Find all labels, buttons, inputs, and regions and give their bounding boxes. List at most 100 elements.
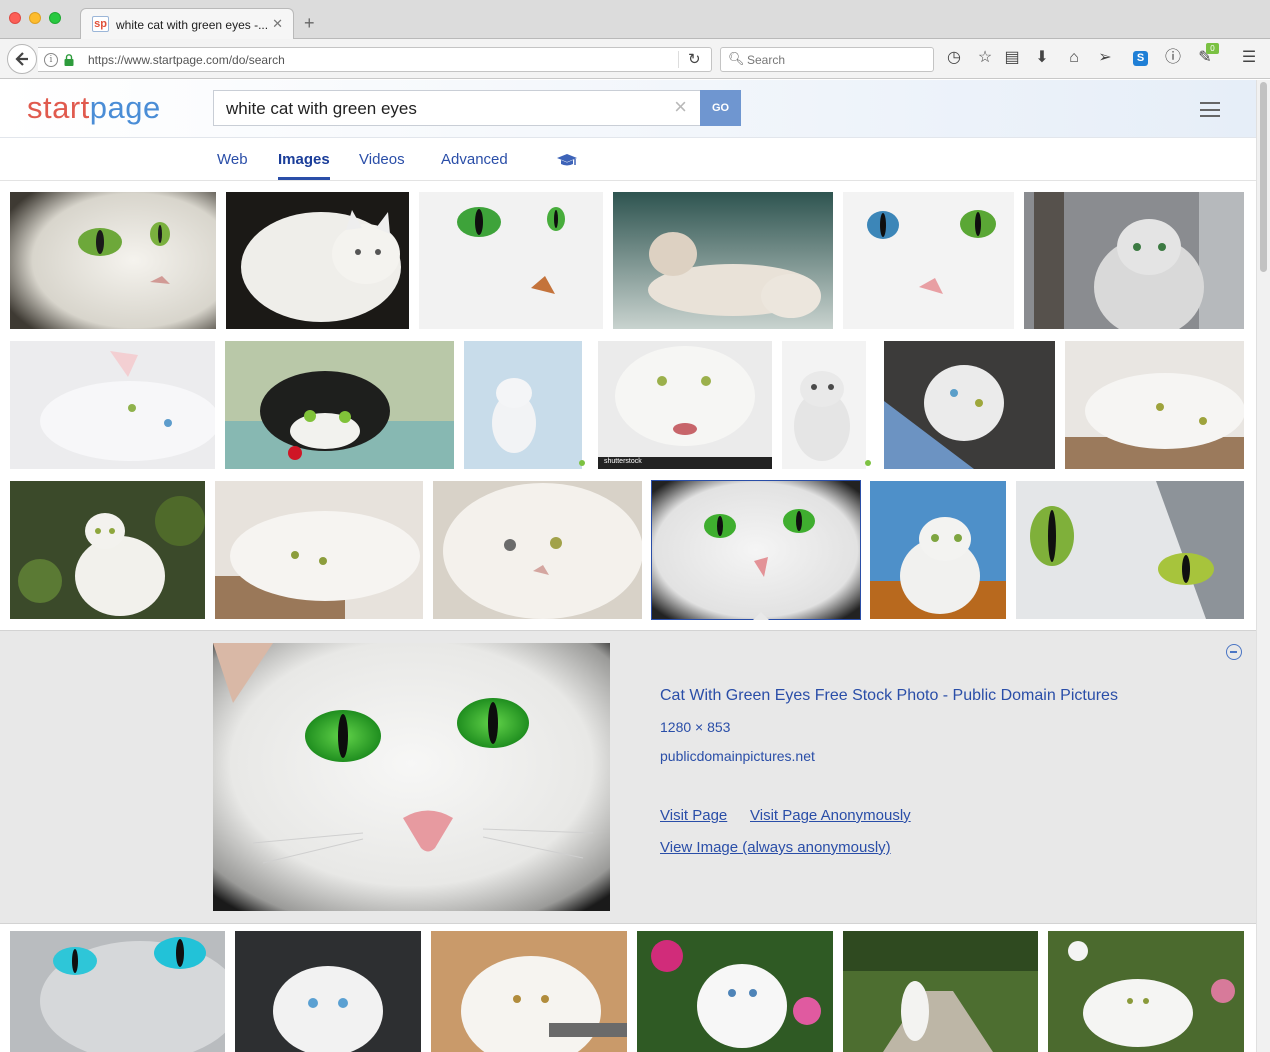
visit-page-anonymously-link[interactable]: Visit Page Anonymously	[750, 807, 911, 824]
image-result[interactable]	[870, 481, 1006, 619]
image-result[interactable]	[1065, 341, 1244, 469]
lock-icon	[64, 54, 74, 66]
cat-photo-thumbnail	[782, 341, 874, 469]
image-result[interactable]	[1016, 481, 1244, 619]
image-result[interactable]	[419, 192, 603, 329]
image-result[interactable]	[1048, 931, 1244, 1052]
cat-photo-thumbnail	[613, 192, 833, 329]
query-text[interactable]: white cat with green eyes	[226, 99, 417, 119]
image-result-selected[interactable]	[651, 480, 861, 620]
tab-close-icon[interactable]: ✕	[272, 16, 283, 32]
image-result[interactable]	[10, 192, 216, 329]
image-result[interactable]	[637, 931, 833, 1052]
zoom-window-button[interactable]	[49, 12, 61, 24]
info-icon[interactable]: i	[44, 53, 58, 67]
cat-photo-thumbnail	[226, 192, 409, 329]
clear-query-icon[interactable]: ×	[674, 94, 687, 120]
active-tab-indicator	[278, 177, 330, 180]
go-button[interactable]: GO	[700, 90, 741, 126]
image-result[interactable]: shutterstock	[598, 341, 772, 469]
view-image-link[interactable]: View Image (always anonymously)	[660, 839, 891, 856]
privacy-extension-icon[interactable]: ⓘ	[1163, 48, 1183, 68]
image-result[interactable]	[10, 481, 205, 619]
cat-photo-thumbnail	[10, 341, 215, 469]
image-result[interactable]	[843, 192, 1014, 329]
reading-list-icon[interactable]: ▤	[1002, 48, 1022, 68]
new-tab-button[interactable]: +	[304, 14, 315, 32]
image-result[interactable]	[782, 341, 874, 469]
image-result[interactable]	[431, 931, 627, 1052]
cat-photo-thumbnail	[10, 481, 205, 619]
tab-title: white cat with green eyes -...	[116, 18, 269, 32]
cat-photo-thumbnail	[10, 192, 216, 329]
image-result[interactable]	[464, 341, 588, 469]
preview-domain[interactable]: publicdomainpictures.net	[660, 748, 815, 764]
image-result[interactable]	[843, 931, 1038, 1052]
image-result[interactable]	[235, 931, 421, 1052]
send-icon[interactable]: ➢	[1095, 48, 1115, 68]
scrollbar-thumb[interactable]	[1260, 82, 1267, 272]
image-result[interactable]	[215, 481, 423, 619]
image-result[interactable]	[433, 481, 642, 619]
cat-photo-thumbnail	[235, 931, 421, 1052]
cat-photo-thumbnail	[215, 481, 423, 619]
watermark-label: shutterstock	[604, 458, 642, 465]
image-result[interactable]	[226, 192, 409, 329]
query-input[interactable]: white cat with green eyes ×	[213, 90, 701, 126]
url-bar[interactable]: i https://www.startpage.com/do/search ↻	[38, 47, 712, 72]
cat-photo-thumbnail	[884, 341, 1055, 469]
browser-tab[interactable]: sp white cat with green eyes -... ✕	[80, 8, 294, 40]
image-result[interactable]	[10, 931, 225, 1052]
close-window-button[interactable]	[9, 12, 21, 24]
cat-photo-thumbnail	[1024, 192, 1244, 329]
startpage-header: startpage white cat with green eyes × GO	[0, 80, 1256, 138]
startpage-favicon-icon: sp	[92, 16, 109, 32]
image-result[interactable]	[613, 192, 833, 329]
reload-icon[interactable]: ↻	[688, 50, 701, 68]
browser-search-bar[interactable]: 🔍︎ Search	[720, 47, 934, 72]
url-text[interactable]: https://www.startpage.com/do/search	[88, 53, 285, 67]
browser-tab-bar: sp white cat with green eyes -... ✕ +	[0, 0, 1270, 40]
collapse-preview-icon[interactable]	[1226, 644, 1242, 660]
history-icon[interactable]: ◷	[944, 48, 964, 68]
minimize-window-button[interactable]	[29, 12, 41, 24]
browser-search-placeholder[interactable]: Search	[747, 53, 785, 67]
browser-nav-bar: i https://www.startpage.com/do/search ↻ …	[0, 39, 1270, 79]
logo-page-text: page	[89, 90, 161, 125]
cat-photo-large	[213, 643, 610, 911]
image-result[interactable]	[10, 341, 215, 469]
preview-dimensions: 1280 × 853	[660, 719, 731, 735]
page-scrollbar[interactable]	[1256, 80, 1270, 1052]
back-button[interactable]	[7, 44, 37, 74]
cat-photo-thumbnail	[1048, 931, 1244, 1052]
url-divider	[678, 51, 679, 68]
image-result[interactable]	[225, 341, 454, 469]
cat-photo-thumbnail	[10, 931, 225, 1052]
addon-count-badge: 0	[1206, 43, 1219, 54]
tab-advanced[interactable]: Advanced	[441, 151, 508, 168]
cat-photo-thumbnail	[843, 192, 1014, 329]
skype-extension-icon[interactable]: S	[1133, 51, 1148, 66]
startpage-logo[interactable]: startpage	[27, 90, 161, 126]
cat-photo-thumbnail	[431, 931, 627, 1052]
back-arrow-icon	[15, 52, 28, 66]
visit-page-link[interactable]: Visit Page	[660, 807, 727, 824]
site-menu-icon[interactable]	[1200, 102, 1220, 117]
tab-videos[interactable]: Videos	[359, 151, 405, 168]
tab-images[interactable]: Images	[278, 151, 330, 168]
download-icon[interactable]: ⬇	[1032, 48, 1052, 68]
cat-photo-thumbnail	[464, 341, 588, 469]
image-result[interactable]	[884, 341, 1055, 469]
search-icon: 🔍︎	[728, 51, 745, 66]
browser-menu-icon[interactable]: ☰	[1239, 48, 1259, 68]
cat-photo-thumbnail	[598, 341, 772, 469]
tab-web[interactable]: Web	[217, 151, 248, 168]
bookmark-star-icon[interactable]: ☆	[975, 48, 995, 68]
cat-photo-thumbnail	[225, 341, 454, 469]
preview-title[interactable]: Cat With Green Eyes Free Stock Photo - P…	[660, 687, 1118, 705]
home-icon[interactable]: ⌂	[1064, 48, 1084, 68]
preview-image[interactable]	[213, 643, 610, 911]
graduation-cap-icon[interactable]	[556, 153, 578, 169]
cat-photo-thumbnail	[433, 481, 642, 619]
image-result[interactable]	[1024, 192, 1244, 329]
